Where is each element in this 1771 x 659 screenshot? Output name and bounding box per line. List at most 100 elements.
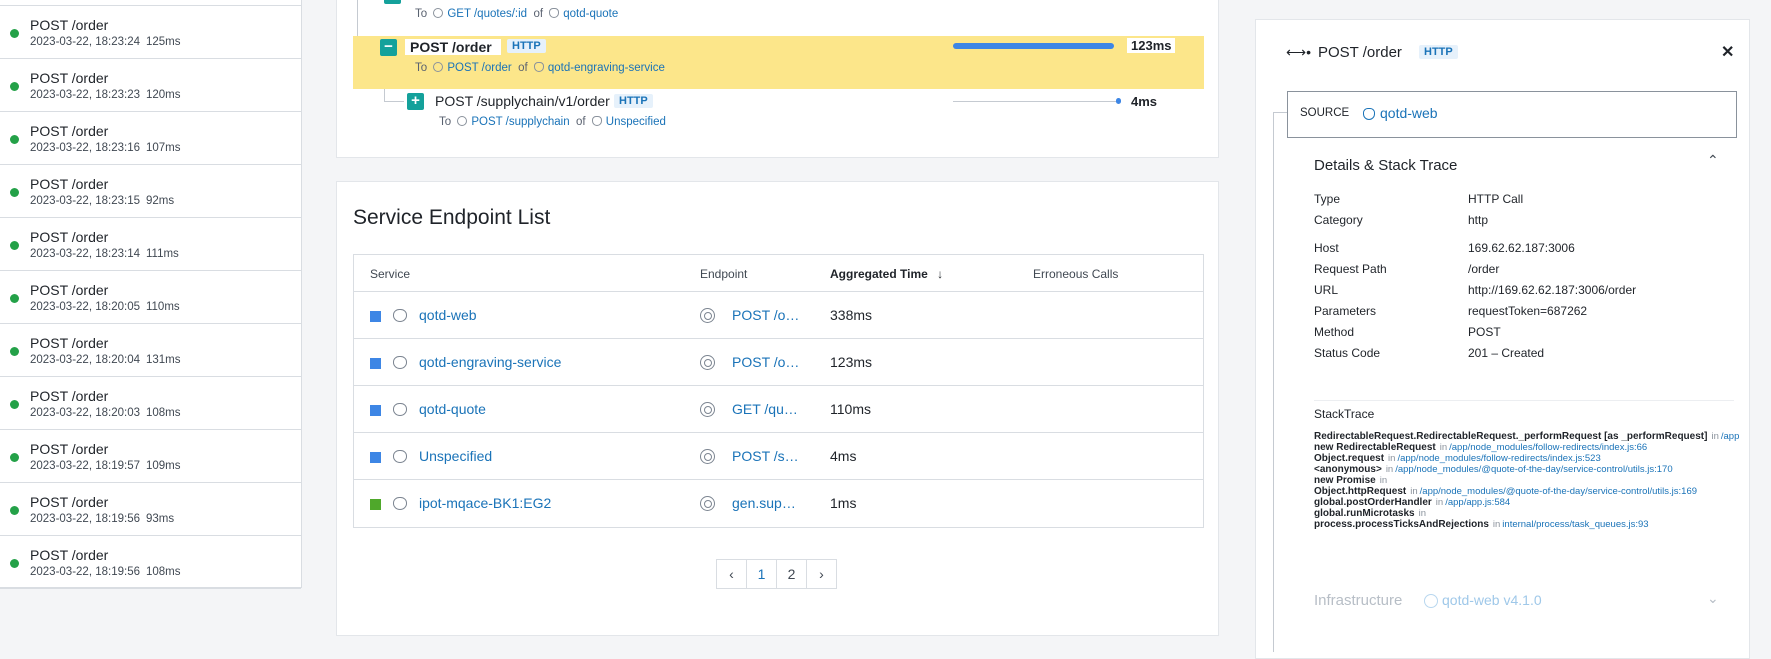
close-icon[interactable]: ✕ — [1721, 42, 1734, 62]
trace-date: 2023-03-22, 18:20:04 — [30, 354, 140, 366]
stack-location-link[interactable]: /app/app.js:584 — [1445, 497, 1510, 508]
trace-name: POST /order — [30, 441, 109, 457]
endpoint-link[interactable]: gen.sup… — [732, 495, 802, 511]
service-link[interactable]: ipot-mqace-BK1:EG2 — [419, 495, 551, 511]
stack-frame: Object.httpRequest in/app/node_modules/@q… — [1314, 486, 1744, 497]
service-icon — [393, 403, 407, 416]
stack-location-link[interactable]: /app/node_modules/follow-redirects/index… — [1449, 442, 1647, 453]
stacktrace: RedirectableRequest.RedirectableRequest.… — [1314, 431, 1744, 530]
field-value: HTTP Call — [1468, 192, 1524, 206]
stack-location-link[interactable]: /app/node_modules/@quote-of-the-day/serv… — [1420, 486, 1697, 497]
endpoint-link[interactable]: POST /order — [447, 62, 511, 74]
source-label: SOURCE — [1300, 107, 1350, 119]
next-page-button[interactable]: › — [806, 559, 837, 589]
collapse-button[interactable] — [384, 0, 401, 4]
trace-date: 2023-03-22, 18:23:15 — [30, 195, 140, 207]
status-dot-icon — [10, 135, 19, 144]
column-erroneous-calls[interactable]: Erroneous Calls — [1033, 267, 1118, 281]
duration-bar-track — [953, 43, 1121, 49]
endpoint-icon — [700, 355, 715, 370]
table-row[interactable]: qotd-engraving-service POST /o… 123ms — [354, 339, 1203, 386]
endpoint-link[interactable]: POST /supplychain — [471, 116, 569, 128]
expand-button[interactable]: + — [407, 93, 424, 110]
endpoint-link[interactable]: POST /s… — [732, 448, 802, 464]
stack-location-link[interactable]: internal/process/task_queues.js:93 — [1502, 519, 1648, 530]
source-box[interactable]: SOURCE qotd-web — [1287, 91, 1737, 138]
chevron-up-icon[interactable]: ⌃ — [1707, 152, 1719, 169]
service-link[interactable]: Unspecified — [419, 448, 492, 464]
protocol-badge: HTTP — [614, 94, 653, 108]
table-row[interactable]: Unspecified POST /s… 4ms — [354, 433, 1203, 480]
collapse-button[interactable]: − — [380, 39, 397, 56]
field-value: POST — [1468, 325, 1501, 339]
source-service-link[interactable]: qotd-web — [1380, 105, 1438, 121]
endpoint-link[interactable]: POST /o… — [732, 307, 802, 323]
trace-date: 2023-03-22, 18:23:14 — [30, 248, 140, 260]
endpoint-link[interactable]: GET /quotes/:id — [447, 8, 527, 20]
trace-list-item[interactable]: POST /order 2023-03-22, 18:23:16 107ms — [0, 112, 301, 165]
page-1-button[interactable]: 1 — [746, 559, 777, 589]
field-value: 201 – Created — [1468, 346, 1545, 360]
trace-date: 2023-03-22, 18:23:16 — [30, 142, 140, 154]
details-title: POST /order — [1318, 44, 1402, 61]
field-value: http — [1468, 213, 1489, 227]
trace-list-item[interactable]: POST /order 2023-03-22, 18:19:57 109ms — [0, 430, 301, 483]
field-value: /order — [1468, 262, 1500, 276]
trace-name: POST /order — [30, 123, 109, 139]
table-row[interactable]: qotd-quote GET /qu… 110ms — [354, 386, 1203, 433]
aggregated-time: 1ms — [830, 495, 857, 511]
endpoint-link[interactable]: GET /qu… — [732, 401, 802, 417]
trace-list-item[interactable]: POST /order 2023-03-22, 18:19:56 108ms — [0, 536, 301, 589]
stack-in: in — [1379, 475, 1388, 486]
trace-list-item[interactable]: POST /order 2023-03-22, 18:20:05 110ms — [0, 271, 301, 324]
prev-page-button[interactable]: ‹ — [716, 559, 747, 589]
service-link[interactable]: qotd-quote — [563, 8, 618, 20]
service-link[interactable]: qotd-quote — [419, 401, 486, 417]
trace-list-item[interactable]: POST /order 2023-03-22, 18:23:24 125ms — [0, 6, 301, 59]
chevron-down-icon[interactable]: ⌄ — [1707, 590, 1719, 607]
stack-location-link[interactable]: /app/node_modules/follow-redirects/index… — [1397, 453, 1600, 464]
trace-meta: 2023-03-22, 18:23:14 111ms — [30, 248, 185, 260]
service-link[interactable]: Unspecified — [606, 116, 666, 128]
child-call-name[interactable]: POST /supplychain/v1/order — [435, 93, 610, 109]
table-row[interactable]: qotd-web POST /o… 338ms — [354, 292, 1203, 339]
column-endpoint[interactable]: Endpoint — [700, 267, 747, 281]
column-aggregated-time[interactable]: Aggregated Time ↓ — [830, 267, 943, 281]
service-link[interactable]: qotd-web — [419, 307, 477, 323]
trace-list-item[interactable]: POST /order 2023-03-22, 18:19:56 93ms — [0, 483, 301, 536]
trace-name: POST /order — [30, 17, 109, 33]
stack-location-link[interactable]: /app/node_modules/@quote-of-the-day/serv… — [1395, 464, 1672, 475]
trace-duration: 92ms — [145, 195, 175, 207]
duration-bar-track — [953, 98, 1121, 104]
trace-list-item[interactable]: POST /order 2023-03-22, 18:20:03 108ms — [0, 377, 301, 430]
endpoint-table: Service Endpoint Aggregated Time ↓ Erron… — [353, 254, 1204, 528]
sort-descending-icon: ↓ — [937, 267, 944, 281]
trace-date: 2023-03-22, 18:20:03 — [30, 407, 140, 419]
trace-meta: 2023-03-22, 18:19:56 108ms — [30, 566, 187, 578]
trace-meta: 2023-03-22, 18:23:24 125ms — [30, 36, 187, 48]
service-link[interactable]: qotd-engraving-service — [548, 62, 665, 74]
infrastructure-heading[interactable]: Infrastructure — [1314, 592, 1402, 609]
stack-location-link[interactable]: /app — [1721, 431, 1740, 442]
stack-frame: <anonymous> in/app/node_modules/@quote-of… — [1314, 464, 1744, 475]
details-stack-heading[interactable]: Details & Stack Trace — [1314, 157, 1457, 174]
selected-call-row[interactable]: − POST /order HTTP 123ms To POST /order … — [353, 36, 1204, 89]
page-2-button[interactable]: 2 — [776, 559, 807, 589]
table-row[interactable]: ipot-mqace-BK1:EG2 gen.sup… 1ms — [354, 480, 1203, 527]
service-color-swatch — [370, 358, 381, 369]
duration-bar — [953, 43, 1115, 49]
trace-list-item[interactable]: POST /order 2023-03-22, 18:23:14 111ms — [0, 218, 301, 271]
call-name: POST /order — [405, 39, 501, 55]
divider — [1314, 400, 1734, 401]
service-link[interactable]: qotd-engraving-service — [419, 354, 561, 370]
trace-list-item[interactable]: POST /order 2023-03-22, 18:23:23 120ms — [0, 59, 301, 112]
trace-list-item[interactable]: POST /order 2023-03-22, 18:20:04 131ms — [0, 324, 301, 377]
trace-meta: 2023-03-22, 18:20:04 131ms — [30, 354, 187, 366]
trace-date: 2023-03-22, 18:19:56 — [30, 566, 140, 578]
stack-in: in — [1410, 486, 1418, 497]
endpoint-link[interactable]: POST /o… — [732, 354, 802, 370]
endpoint-icon — [700, 496, 715, 511]
column-service[interactable]: Service — [370, 267, 410, 281]
endpoint-icon — [433, 8, 444, 18]
trace-list-item[interactable]: POST /order 2023-03-22, 18:23:15 92ms — [0, 165, 301, 218]
